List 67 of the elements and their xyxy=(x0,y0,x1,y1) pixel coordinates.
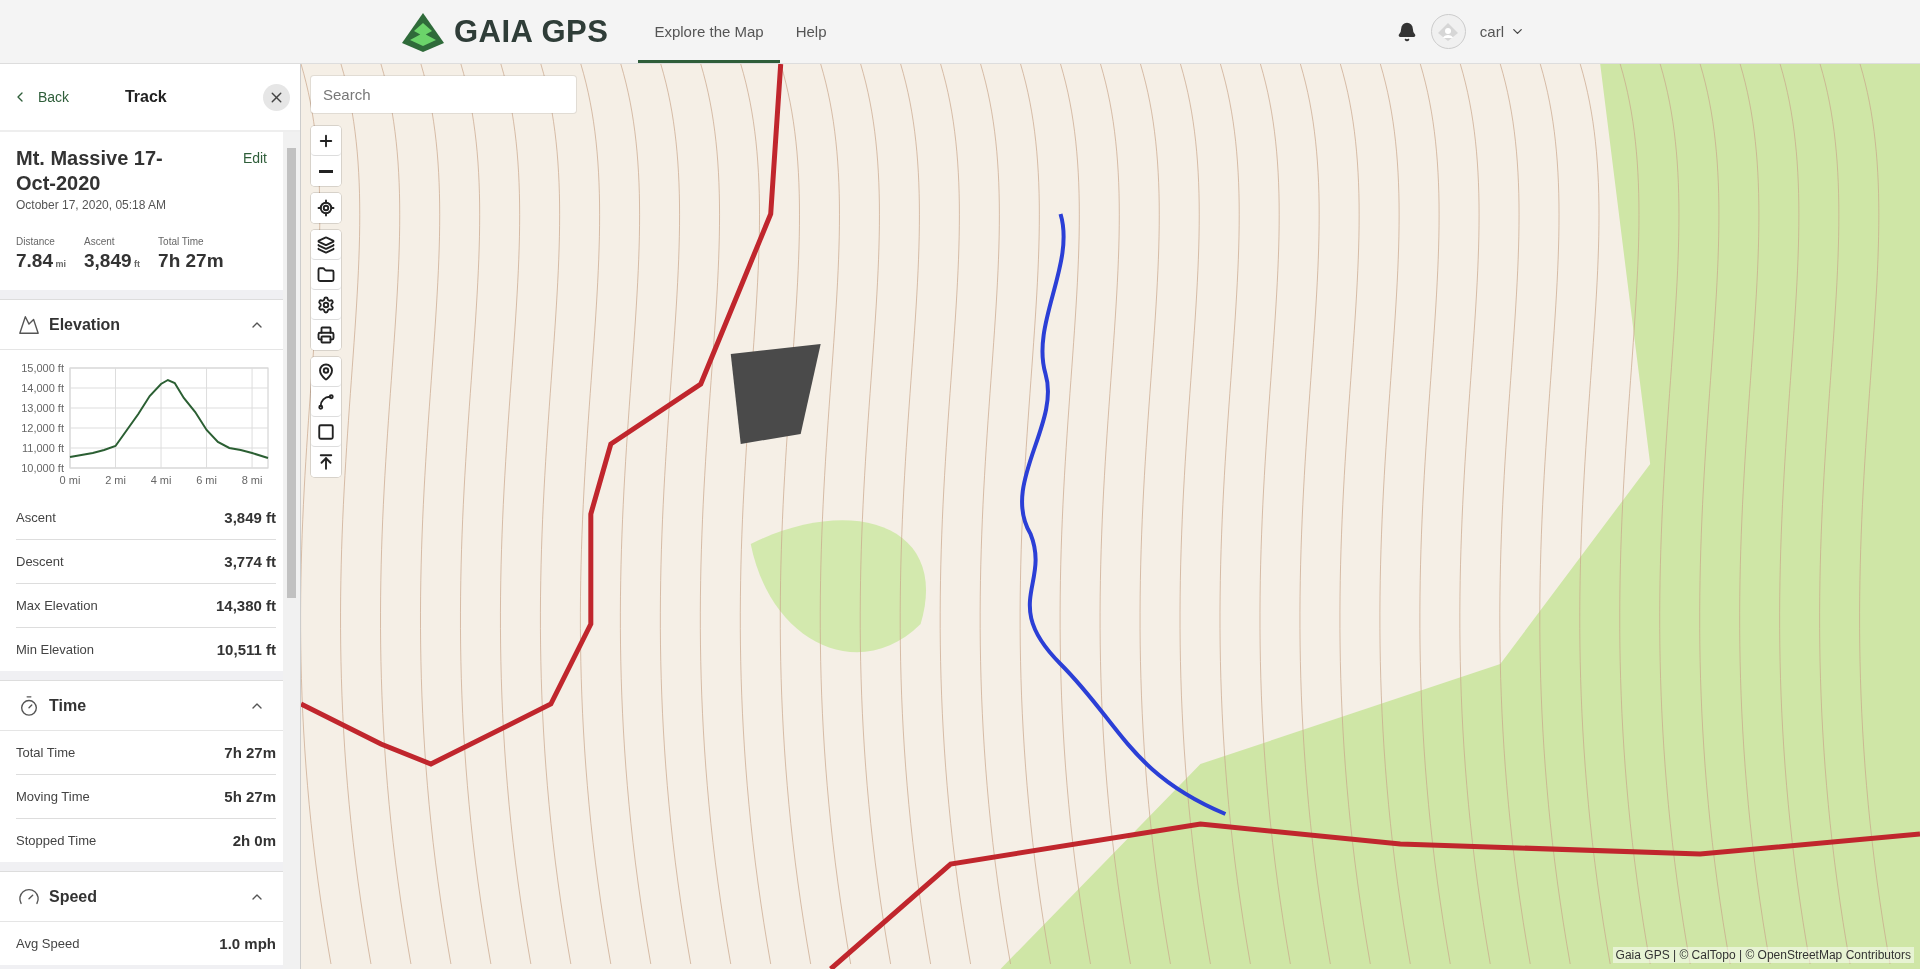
pin-button[interactable] xyxy=(311,357,341,387)
stat-label: Avg Speed xyxy=(16,936,80,951)
pin-icon xyxy=(317,362,335,381)
locate-button[interactable] xyxy=(311,193,341,223)
stat-value: 5h 27m xyxy=(224,788,276,805)
stat-value: 2h 0m xyxy=(232,832,276,849)
y-tick-label: 13,000 ft xyxy=(21,402,64,414)
map-attribution: Gaia GPS | © CalTopo | © OpenStreetMap Contributors xyxy=(1612,947,1914,963)
section-title: Elevation xyxy=(49,315,121,334)
stat-value: 3,849 ft xyxy=(224,509,276,526)
stat-value: 7.84 mi xyxy=(16,250,66,272)
stat-label: Descent xyxy=(16,554,64,569)
panel-title: Track xyxy=(124,88,167,106)
x-tick-label: 2 mi xyxy=(105,474,126,486)
track-date: October 17, 2020, 05:18 AM xyxy=(16,198,168,212)
stat-value: 1.0 mph xyxy=(219,935,276,952)
stat-value: 14,380 ft xyxy=(215,597,276,614)
logo-text: GAIA GPS xyxy=(454,13,609,50)
crosshair-icon xyxy=(317,199,335,217)
x-tick-label: 6 mi xyxy=(196,474,217,486)
close-button[interactable] xyxy=(263,83,290,111)
folder-icon xyxy=(317,265,335,284)
elevation-icon xyxy=(18,313,40,336)
edit-link[interactable]: Edit xyxy=(242,146,267,166)
stat-value: 3,774 ft xyxy=(224,553,276,570)
x-tick-label: 8 mi xyxy=(241,474,263,486)
curve-icon xyxy=(317,392,335,411)
x-tick-label: 4 mi xyxy=(150,474,172,486)
track-name: Mt. Massive 17-Oct-2020 xyxy=(16,146,164,196)
upload-icon xyxy=(317,453,335,471)
stat-label: Max Elevation xyxy=(16,598,98,613)
settings-icon xyxy=(317,295,335,314)
scrollbar-thumb[interactable] xyxy=(287,148,296,598)
back-button[interactable]: Back xyxy=(8,85,74,109)
y-tick-label: 11,000 ft xyxy=(22,442,64,454)
stat-label: Ascent xyxy=(84,236,116,247)
layers-button[interactable] xyxy=(311,230,341,260)
search-field[interactable]: Search xyxy=(311,76,576,113)
stat-label: Total Time xyxy=(16,745,76,760)
user-menu[interactable]: carl xyxy=(1479,23,1525,40)
time-icon xyxy=(18,694,40,717)
y-tick-label: 10,000 ft xyxy=(21,462,64,474)
stat-label: Ascent xyxy=(16,510,56,525)
stat-value: 7h 27m xyxy=(224,744,276,761)
section-title: Time xyxy=(49,696,87,715)
square-icon xyxy=(317,422,335,441)
scrollbar[interactable] xyxy=(283,132,300,969)
y-tick-label: 14,000 ft xyxy=(21,382,64,394)
nav-link[interactable]: Help xyxy=(779,0,843,63)
y-tick-label: 12,000 ft xyxy=(21,422,64,434)
layers-icon xyxy=(317,235,335,254)
stat-label: Stopped Time xyxy=(16,833,97,848)
stat-value: 7h 27m xyxy=(158,250,224,272)
stat-value: 3,849 ft xyxy=(84,250,141,272)
notification-bell-icon[interactable] xyxy=(1396,21,1417,42)
stat-value: 10,511 ft xyxy=(216,641,276,658)
y-tick-label: 15,000 ft xyxy=(21,362,64,374)
stat-label: Min Elevation xyxy=(16,642,95,657)
stat-label: Total Time xyxy=(158,236,205,247)
x-tick-label: 0 mi xyxy=(59,474,81,486)
stat-label: Moving Time xyxy=(16,789,90,804)
minus-icon xyxy=(319,169,333,173)
person-silhouette-icon xyxy=(1437,21,1460,42)
section-title: Speed xyxy=(49,887,97,906)
printer-icon xyxy=(317,326,335,344)
zoom-in-button[interactable] xyxy=(311,126,341,156)
stat-label: Distance xyxy=(16,236,56,247)
